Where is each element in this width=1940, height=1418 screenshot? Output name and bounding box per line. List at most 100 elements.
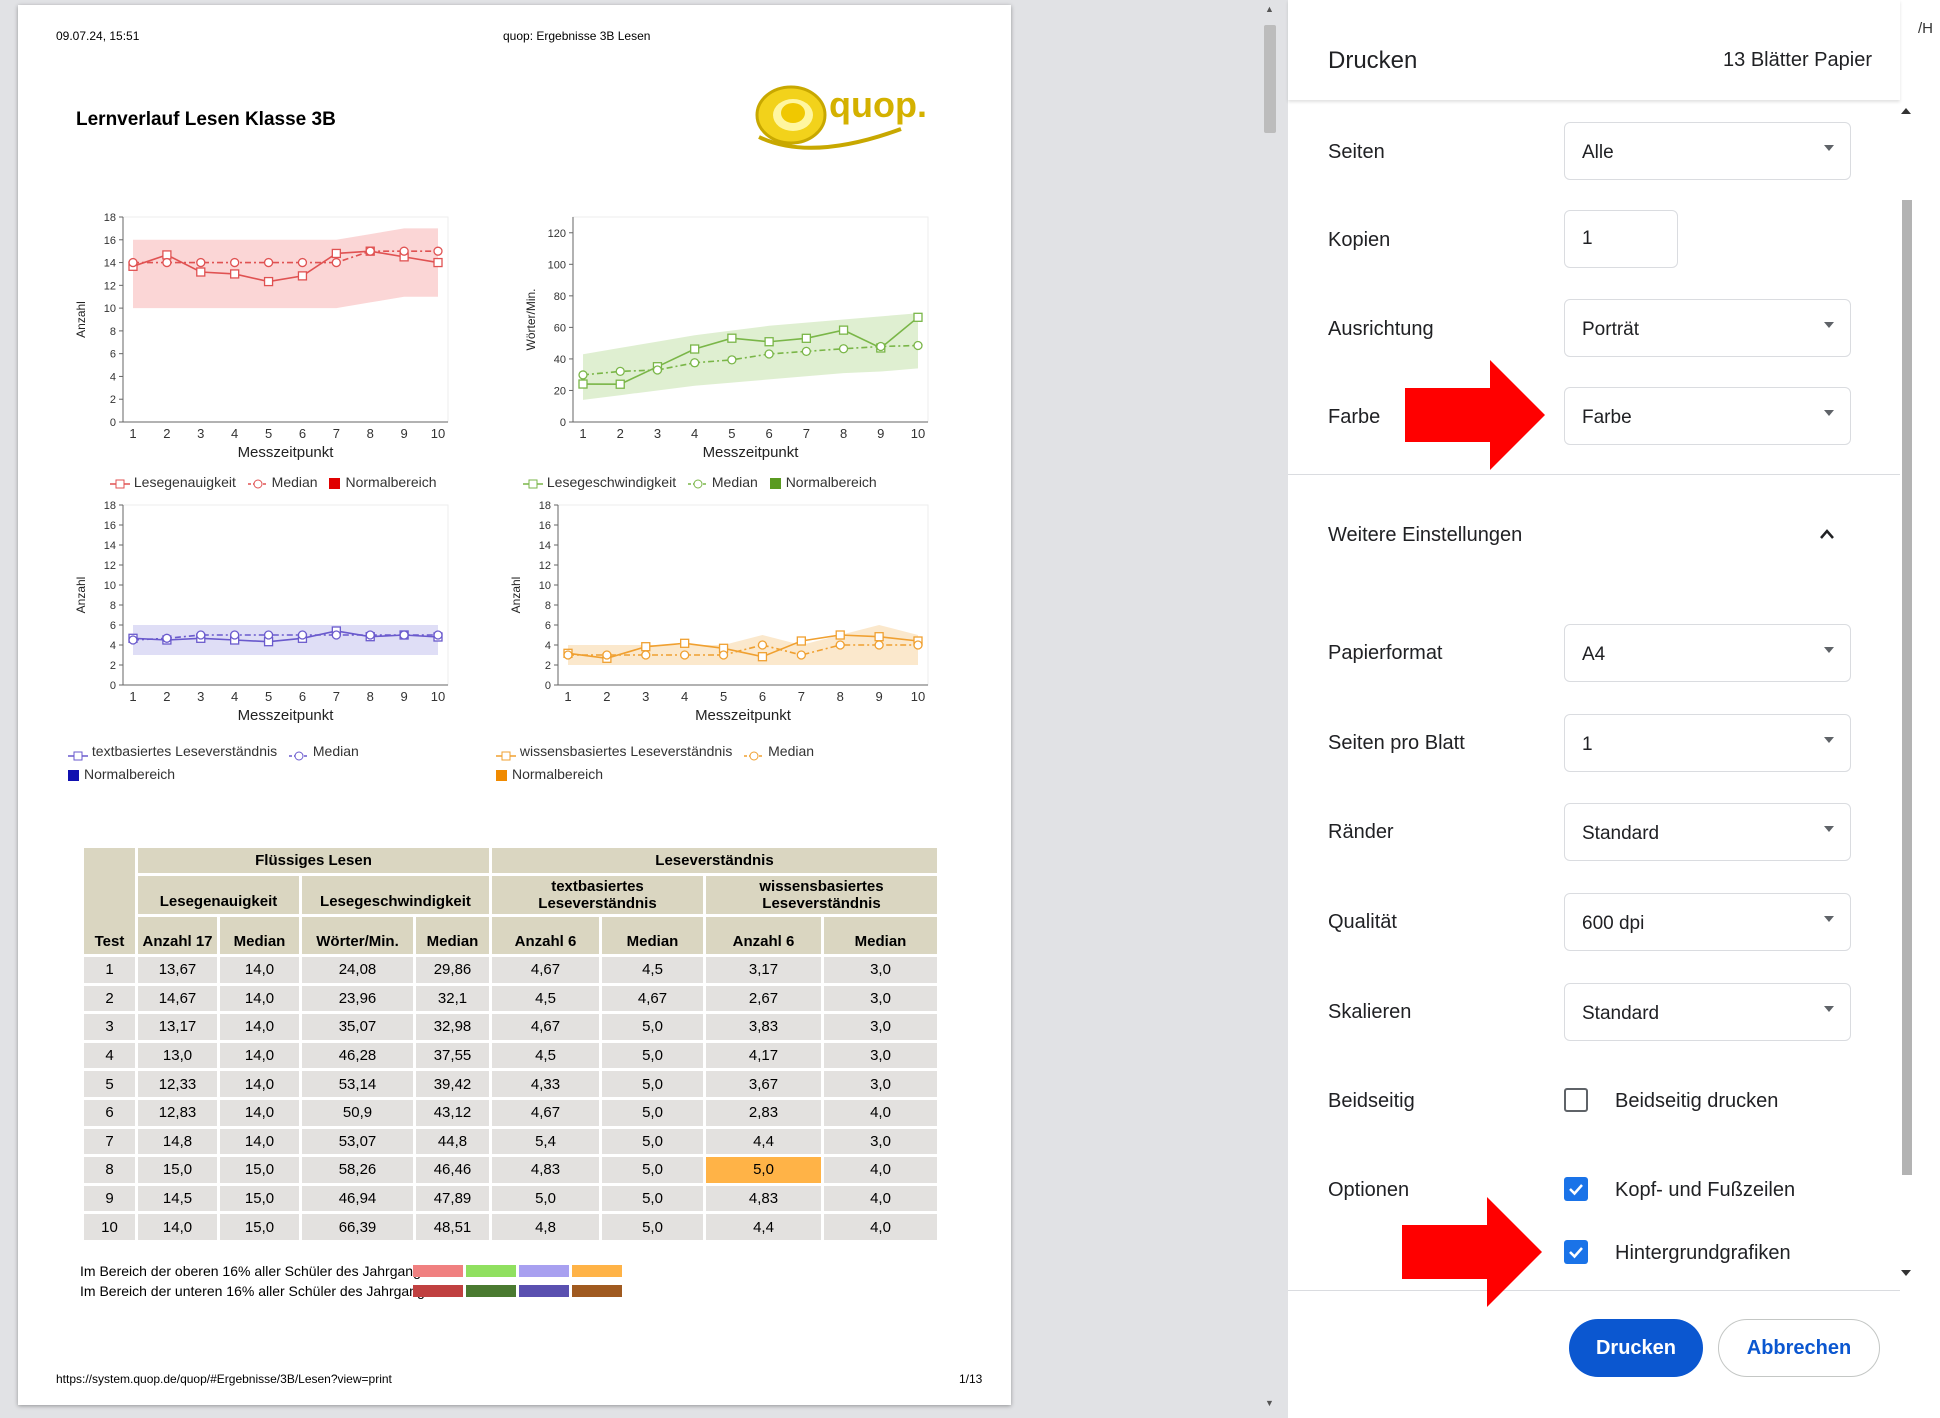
data-point (433, 257, 443, 268)
x-tick-label: 2 (163, 689, 170, 704)
corner-text: /H (1918, 20, 1933, 37)
y-tick-label: 6 (110, 349, 116, 361)
pages-value: Alle (1582, 142, 1614, 163)
x-tick-label: 5 (265, 426, 272, 441)
y-tick-label: 0 (110, 680, 116, 692)
page-footer-number: 1/13 (959, 1372, 983, 1386)
page-header-title: quop: Ergebnisse 3B Lesen (503, 29, 651, 43)
table-cell: 4,67 (489, 954, 602, 986)
preview-page: 09.07.24, 15:51 quop: Ergebnisse 3B Lese… (18, 5, 1011, 1405)
margins-select[interactable]: Standard (1564, 803, 1851, 861)
dialog-header: Drucken 13 Blätter Papier (1288, 0, 1900, 100)
scroll-down-arrow[interactable] (1901, 1270, 1911, 1276)
table-cell: 3,67 (703, 1068, 824, 1100)
table-cell: 4,0 (821, 1096, 940, 1129)
median-point (913, 340, 923, 351)
median-point (128, 257, 138, 268)
more-settings-toggle[interactable]: Weitere Einstellungen (1328, 524, 1522, 547)
legend-chart4: wissensbasiertes Leseverständnis Median … (496, 740, 822, 786)
orientation-select[interactable]: Porträt (1564, 299, 1851, 357)
col-header: Median (413, 914, 492, 957)
table-cell: 32,1 (413, 982, 492, 1015)
scale-select[interactable]: Standard (1564, 983, 1851, 1041)
table-cell: 14,67 (135, 982, 220, 1015)
background-graphics-label[interactable]: Hintergrundgrafiken (1615, 1242, 1791, 1265)
print-button[interactable]: Drucken (1569, 1319, 1703, 1377)
copies-input[interactable] (1564, 210, 1678, 268)
x-tick-label: 1 (564, 689, 571, 704)
chevron-up-icon[interactable] (1819, 528, 1835, 540)
table-cell: 58,26 (299, 1154, 416, 1186)
data-point (801, 333, 811, 343)
dialog-scroll-thumb[interactable] (1902, 200, 1912, 1175)
median-point (196, 257, 206, 268)
median-point (727, 355, 737, 365)
pages-select[interactable]: Alle (1564, 122, 1851, 180)
x-tick-label: 10 (911, 426, 925, 441)
preview-scroll-thumb[interactable] (1264, 25, 1276, 133)
y-tick-label: 12 (539, 560, 551, 572)
headers-footers-label[interactable]: Kopf- und Fußzeilen (1615, 1179, 1795, 1202)
median-point (365, 246, 375, 256)
median-point (796, 650, 806, 660)
table-cell: 12,83 (135, 1096, 220, 1129)
table-cell: 4,4 (703, 1211, 824, 1243)
background-graphics-checkbox[interactable] (1564, 1240, 1588, 1264)
table-cell: 66,39 (299, 1211, 416, 1243)
table-cell: 5,4 (489, 1125, 602, 1158)
median-point (128, 635, 138, 645)
table-cell: 4,17 (703, 1039, 824, 1072)
x-tick-label: 3 (197, 689, 204, 704)
table-row: 3 13,17 14,0 35,07 32,98 4,67 5,0 3,83 3,0 (81, 1011, 940, 1043)
median-point (263, 257, 274, 268)
x-tick-label: 8 (840, 426, 847, 441)
legend-upper-note: Im Bereich der oberen 16% aller Schüler … (80, 1263, 432, 1279)
data-point (874, 632, 884, 642)
cancel-button[interactable]: Abbrechen (1718, 1319, 1880, 1377)
data-point (162, 250, 172, 260)
data-point (297, 271, 308, 281)
y-tick-label: 8 (110, 600, 116, 612)
table-row: 10 14,0 15,0 66,39 48,51 4,8 5,0 4,4 4,0 (81, 1211, 940, 1243)
median-point (297, 630, 308, 640)
y-tick-label: 2 (545, 660, 551, 672)
quality-select[interactable]: 600 dpi (1564, 893, 1851, 951)
pages-per-sheet-select[interactable]: 1 (1564, 714, 1851, 772)
table-cell: 14,5 (135, 1182, 220, 1215)
paper-format-select[interactable]: A4 (1564, 624, 1851, 682)
dialog-scrollbar[interactable] (1898, 100, 1914, 1280)
x-tick-label: 9 (400, 689, 407, 704)
y-axis-label: Anzahl (509, 577, 523, 614)
x-tick-label: 6 (299, 426, 306, 441)
legend-chart1: Lesegenauigkeit Median Normalbereich (110, 474, 445, 490)
duplex-checkbox[interactable] (1564, 1088, 1588, 1112)
y-tick-label: 18 (104, 212, 116, 224)
table-cell: 46,46 (413, 1154, 492, 1186)
y-tick-label: 60 (554, 322, 566, 334)
x-tick-label: 7 (333, 426, 340, 441)
group-header: Flüssiges Lesen (135, 845, 492, 876)
x-tick-label: 4 (231, 689, 238, 704)
table-cell: 4,67 (599, 982, 706, 1015)
median-point (230, 257, 240, 268)
y-tick-label: 10 (104, 580, 116, 592)
median-point (615, 366, 625, 377)
duplex-option-label[interactable]: Beidseitig drucken (1615, 1090, 1778, 1113)
median-point (835, 640, 845, 650)
chevron-down-icon (1824, 647, 1834, 653)
table-row: 7 14,8 14,0 53,07 44,8 5,4 5,0 4,4 3,0 (81, 1125, 940, 1158)
data-point (835, 630, 845, 640)
scroll-up-arrow[interactable]: ▲ (1265, 4, 1274, 14)
scroll-down-arrow[interactable]: ▼ (1265, 1398, 1274, 1408)
scroll-up-arrow[interactable] (1901, 108, 1911, 114)
table-cell: 43,12 (413, 1096, 492, 1129)
color-select[interactable]: Farbe (1564, 387, 1851, 445)
chevron-down-icon (1824, 826, 1834, 832)
chevron-down-icon (1824, 916, 1834, 922)
y-tick-label: 14 (104, 540, 116, 552)
table-cell: 46,28 (299, 1039, 416, 1072)
headers-footers-checkbox[interactable] (1564, 1177, 1588, 1201)
x-tick-label: 10 (431, 689, 445, 704)
x-tick-label: 1 (129, 426, 136, 441)
preview-scrollbar[interactable]: ▲ ▼ (1262, 0, 1278, 1418)
